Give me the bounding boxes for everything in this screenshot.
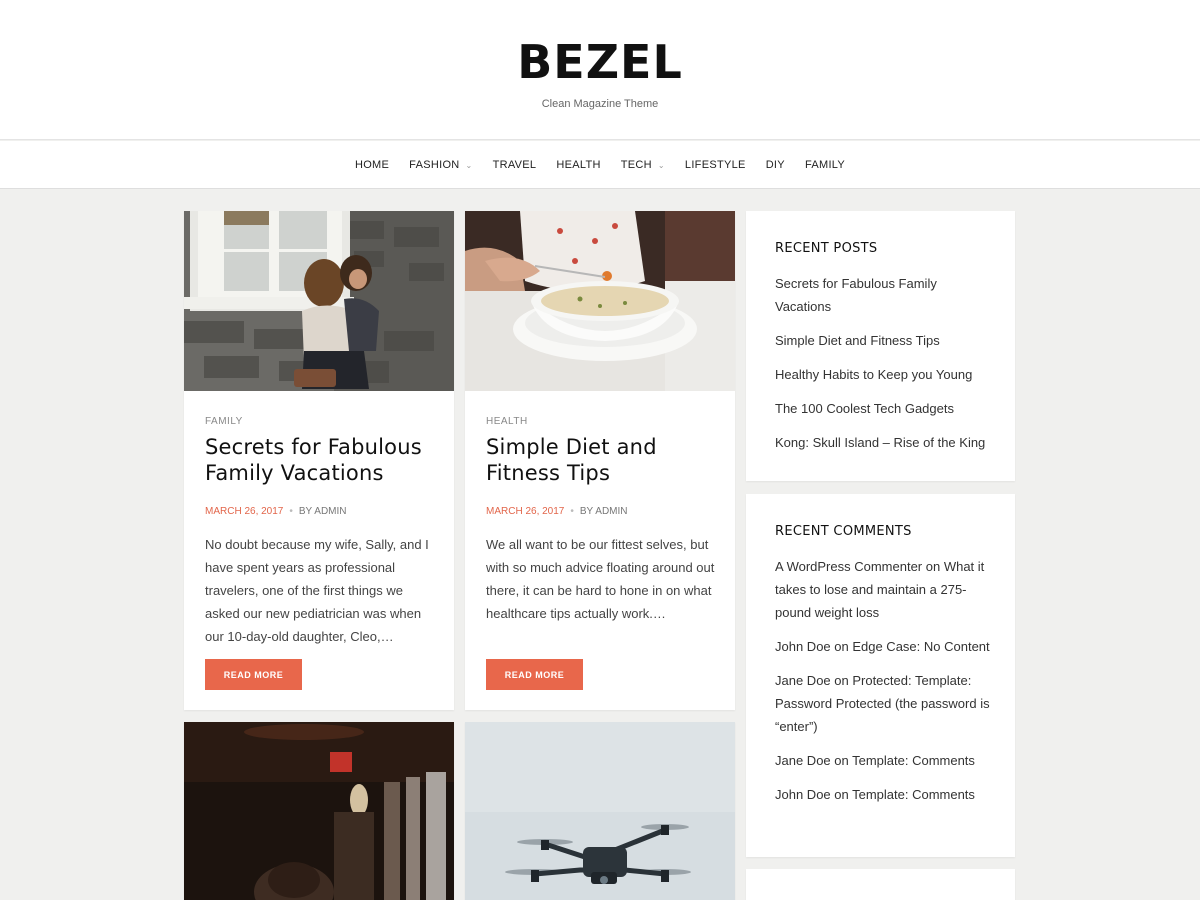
nav-label: TECH [620, 159, 652, 171]
meta-separator: • [570, 506, 574, 517]
post-thumbnail[interactable] [465, 722, 735, 900]
list-item: Jane Doe on Protected: Template: Passwor… [775, 669, 995, 738]
recent-posts-widget: RECENT POSTS Secrets for Fabulous Family… [746, 211, 1015, 481]
read-more-button[interactable]: READ MORE [486, 659, 583, 690]
list-item: Secrets for Fabulous Family Vacations [775, 272, 995, 318]
post-card: HEALTH Simple Diet and Fitness Tips MARC… [465, 211, 735, 710]
post-meta: MARCH 26, 2017 • BY ADMIN [205, 506, 347, 517]
post-card [184, 722, 454, 900]
read-more-button[interactable]: READ MORE [205, 659, 302, 690]
sidebar-widget [746, 869, 1015, 900]
recent-post-link[interactable]: Healthy Habits to Keep you Young [775, 367, 972, 382]
post-meta: MARCH 26, 2017 • BY ADMIN [486, 506, 628, 517]
post-thumbnail-health[interactable] [465, 211, 735, 391]
recent-comment-link[interactable]: A WordPress Commenter on What it takes t… [775, 559, 984, 620]
site-header: BEZEL Clean Magazine Theme [0, 0, 1200, 140]
post-category[interactable]: FAMILY [205, 416, 243, 427]
nav-item-fashion[interactable]: FASHION ⌄ [409, 159, 472, 171]
nav-item-family[interactable]: FAMILY [805, 159, 845, 171]
post-card [465, 722, 735, 900]
nav-label: HEALTH [556, 159, 601, 171]
meta-separator: • [289, 506, 293, 517]
list-item: Simple Diet and Fitness Tips [775, 329, 995, 352]
nav-item-home[interactable]: HOME [355, 159, 389, 171]
widget-heading: RECENT COMMENTS [775, 524, 912, 539]
post-excerpt: No doubt because my wife, Sally, and I h… [205, 537, 429, 644]
chevron-down-icon: ⌄ [465, 160, 473, 170]
recent-comments-widget: RECENT COMMENTS A WordPress Commenter on… [746, 494, 1015, 857]
nav-item-travel[interactable]: TRAVEL [493, 159, 537, 171]
soup-bowl-photo [465, 211, 735, 391]
nav-item-tech[interactable]: TECH ⌄ [621, 159, 665, 171]
post-author[interactable]: BY ADMIN [580, 506, 628, 517]
nav-label: DIY [765, 159, 785, 171]
widget-heading: RECENT POSTS [775, 241, 878, 256]
nav-item-diy[interactable]: DIY [766, 159, 785, 171]
nav-label: HOME [354, 159, 390, 171]
list-item: Jane Doe on Template: Comments [775, 749, 995, 772]
post-card: FAMILY Secrets for Fabulous Family Vacat… [184, 211, 454, 710]
recent-post-link[interactable]: Secrets for Fabulous Family Vacations [775, 276, 937, 314]
list-item: Healthy Habits to Keep you Young [775, 363, 995, 386]
post-author[interactable]: BY ADMIN [299, 506, 347, 517]
chevron-down-icon: ⌄ [657, 160, 665, 170]
dark-cafe-photo [184, 722, 454, 900]
mother-and-child-photo [184, 211, 454, 391]
post-category[interactable]: HEALTH [486, 416, 528, 427]
recent-posts-list: Secrets for Fabulous Family Vacations Si… [775, 272, 995, 465]
nav-item-lifestyle[interactable]: LIFESTYLE [685, 159, 746, 171]
recent-comment-link[interactable]: Jane Doe on Protected: Template: Passwor… [775, 673, 990, 734]
main-navigation: HOME FASHION ⌄ TRAVEL HEALTH TECH ⌄ LIFEST… [0, 141, 1200, 189]
post-title[interactable]: Simple Diet and Fitness Tips [486, 434, 726, 486]
recent-comment-link[interactable]: Jane Doe on Template: Comments [775, 753, 975, 768]
nav-label: TRAVEL [492, 159, 537, 171]
list-item: The 100 Coolest Tech Gadgets [775, 397, 995, 420]
post-thumbnail[interactable] [184, 722, 454, 900]
list-item: John Doe on Template: Comments [775, 783, 995, 806]
post-date[interactable]: MARCH 26, 2017 [486, 506, 564, 517]
recent-comment-link[interactable]: John Doe on Template: Comments [775, 787, 975, 802]
post-excerpt: We all want to be our fittest selves, bu… [486, 537, 715, 621]
list-item: A WordPress Commenter on What it takes t… [775, 555, 995, 624]
site-title[interactable]: BEZEL [0, 34, 1200, 90]
nav-list: HOME FASHION ⌄ TRAVEL HEALTH TECH ⌄ LIFEST… [0, 141, 1200, 189]
drone-photo [465, 722, 735, 900]
nav-label: FASHION [409, 159, 460, 171]
recent-comments-list: A WordPress Commenter on What it takes t… [775, 555, 995, 817]
site-tagline: Clean Magazine Theme [541, 98, 659, 110]
recent-post-link[interactable]: Simple Diet and Fitness Tips [775, 333, 940, 348]
list-item: Kong: Skull Island – Rise of the King [775, 431, 995, 454]
post-title[interactable]: Secrets for Fabulous Family Vacations [205, 434, 445, 486]
nav-label: FAMILY [804, 159, 846, 171]
post-thumbnail-family[interactable] [184, 211, 454, 391]
recent-comment-link[interactable]: John Doe on Edge Case: No Content [775, 639, 990, 654]
recent-post-link[interactable]: The 100 Coolest Tech Gadgets [775, 401, 954, 416]
recent-post-link[interactable]: Kong: Skull Island – Rise of the King [775, 435, 985, 450]
nav-item-health[interactable]: HEALTH [556, 159, 600, 171]
post-date[interactable]: MARCH 26, 2017 [205, 506, 283, 517]
nav-label: LIFESTYLE [684, 159, 746, 171]
list-item: John Doe on Edge Case: No Content [775, 635, 995, 658]
